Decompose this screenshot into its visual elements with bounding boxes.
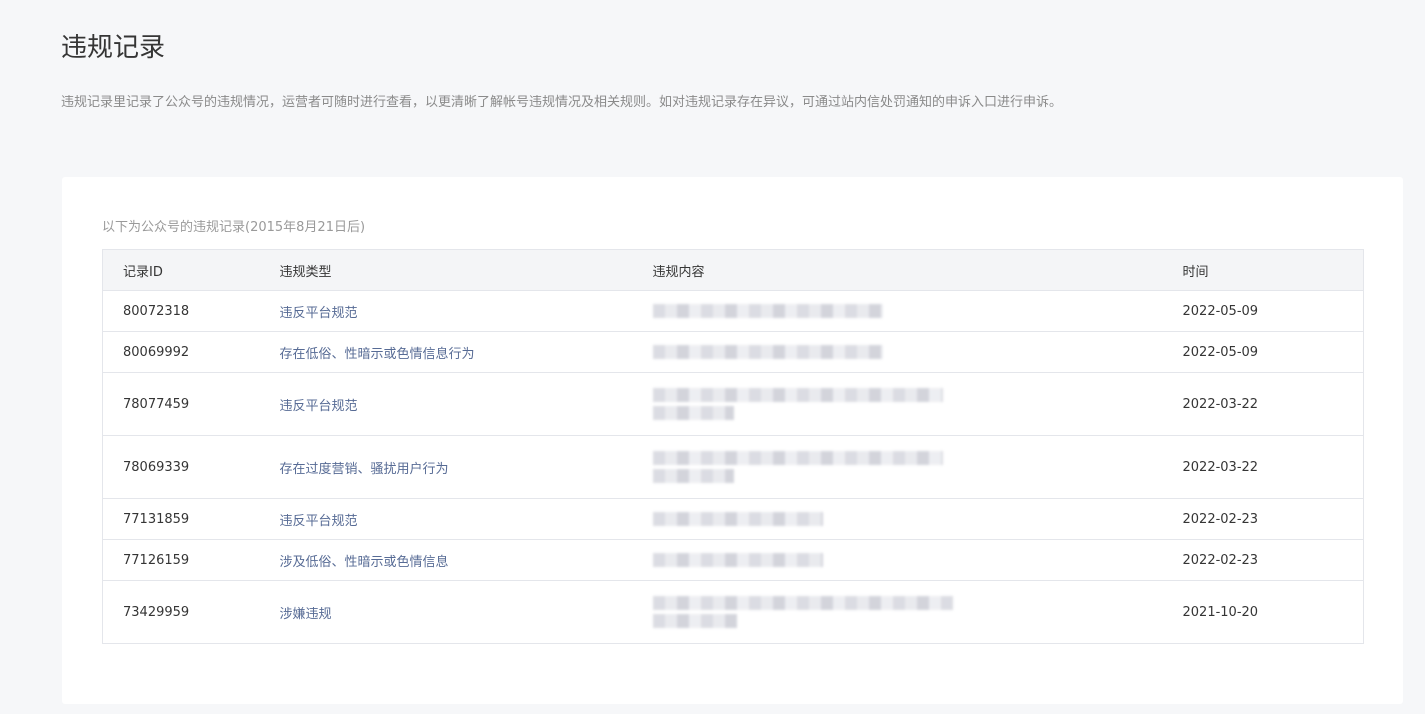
violation-type-cell: 违反平台规范: [259, 372, 633, 436]
violation-type-link[interactable]: 存在过度营销、骚扰用户行为: [280, 462, 449, 477]
table-header-row: 记录ID 违规类型 违规内容 时间: [102, 249, 1364, 291]
violation-content-cell: [632, 539, 1163, 581]
violation-type-cell: 存在过度营销、骚扰用户行为: [259, 435, 633, 499]
violation-type-cell: 违反平台规范: [259, 290, 633, 332]
column-header-type: 违规类型: [259, 249, 633, 291]
blurred-content: [652, 451, 1163, 483]
page: 违规记录 违规记录里记录了公众号的违规情况，运营者可随时进行查看，以更清晰了解帐…: [0, 0, 1425, 714]
records-card: 以下为公众号的违规记录(2015年8月21日后) 记录ID 违规类型 违规内容 …: [62, 177, 1403, 704]
table-row: 77131859 违反平台规范 2022-02-23: [102, 498, 1364, 540]
table-row: 80072318 违反平台规范 2022-05-09: [102, 290, 1364, 332]
blurred-content: [652, 512, 1163, 526]
blurred-text-line: [652, 512, 823, 526]
table-row: 73429959 涉嫌违规 2021-10-20: [102, 580, 1364, 644]
page-description: 违规记录里记录了公众号的违规情况，运营者可随时进行查看，以更清晰了解帐号违规情况…: [61, 95, 1063, 110]
blurred-content: [652, 553, 1163, 567]
column-header-time: 时间: [1162, 249, 1364, 291]
violation-type-link[interactable]: 违反平台规范: [280, 514, 358, 529]
table-row: 78077459 违反平台规范 2022-03-22: [102, 372, 1364, 436]
blurred-text-line: [652, 388, 943, 402]
record-id: 78069339: [102, 435, 260, 499]
table-row: 77126159 涉及低俗、性暗示或色情信息 2022-02-23: [102, 539, 1364, 581]
record-date: 2022-02-23: [1162, 539, 1364, 581]
record-id: 80072318: [102, 290, 260, 332]
violation-content-cell: [632, 498, 1163, 540]
violation-records-table: 记录ID 违规类型 违规内容 时间 80072318 违反平台规范 2022-05-…: [102, 249, 1364, 644]
blurred-content: [652, 596, 1163, 628]
record-date: 2022-05-09: [1162, 331, 1364, 373]
record-date: 2022-03-22: [1162, 372, 1364, 436]
violation-type-cell: 存在低俗、性暗示或色情信息行为: [259, 331, 633, 373]
violation-content-cell: [632, 290, 1163, 332]
blurred-text-line: [652, 345, 883, 359]
records-subtitle: 以下为公众号的违规记录(2015年8月21日后): [102, 220, 366, 235]
blurred-text-line: [652, 469, 734, 483]
violation-type-cell: 违反平台规范: [259, 498, 633, 540]
column-header-content: 违规内容: [632, 249, 1163, 291]
blurred-content: [652, 345, 1163, 359]
blurred-text-line: [652, 596, 953, 610]
violation-type-link[interactable]: 存在低俗、性暗示或色情信息行为: [280, 347, 475, 362]
blurred-text-line: [652, 304, 883, 318]
page-title: 违规记录: [61, 33, 166, 63]
violation-content-cell: [632, 580, 1163, 644]
blurred-content: [652, 388, 1163, 420]
violation-type-link[interactable]: 涉及低俗、性暗示或色情信息: [280, 555, 449, 570]
record-date: 2022-05-09: [1162, 290, 1364, 332]
blurred-text-line: [652, 451, 943, 465]
violation-type-link[interactable]: 违反平台规范: [280, 399, 358, 414]
violation-type-cell: 涉及低俗、性暗示或色情信息: [259, 539, 633, 581]
table-row: 78069339 存在过度营销、骚扰用户行为 2022-03-22: [102, 435, 1364, 499]
violation-content-cell: [632, 435, 1163, 499]
blurred-text-line: [652, 406, 734, 420]
blurred-text-line: [652, 614, 737, 628]
violation-type-link[interactable]: 违反平台规范: [280, 306, 358, 321]
record-id: 73429959: [102, 580, 260, 644]
record-id: 78077459: [102, 372, 260, 436]
record-date: 2021-10-20: [1162, 580, 1364, 644]
violation-content-cell: [632, 372, 1163, 436]
record-id: 77131859: [102, 498, 260, 540]
violation-type-cell: 涉嫌违规: [259, 580, 633, 644]
record-id: 80069992: [102, 331, 260, 373]
blurred-content: [652, 304, 1163, 318]
record-id: 77126159: [102, 539, 260, 581]
violation-type-link[interactable]: 涉嫌违规: [280, 607, 332, 622]
column-header-id: 记录ID: [102, 249, 260, 291]
violation-content-cell: [632, 331, 1163, 373]
record-date: 2022-03-22: [1162, 435, 1364, 499]
table-row: 80069992 存在低俗、性暗示或色情信息行为 2022-05-09: [102, 331, 1364, 373]
record-date: 2022-02-23: [1162, 498, 1364, 540]
blurred-text-line: [652, 553, 823, 567]
